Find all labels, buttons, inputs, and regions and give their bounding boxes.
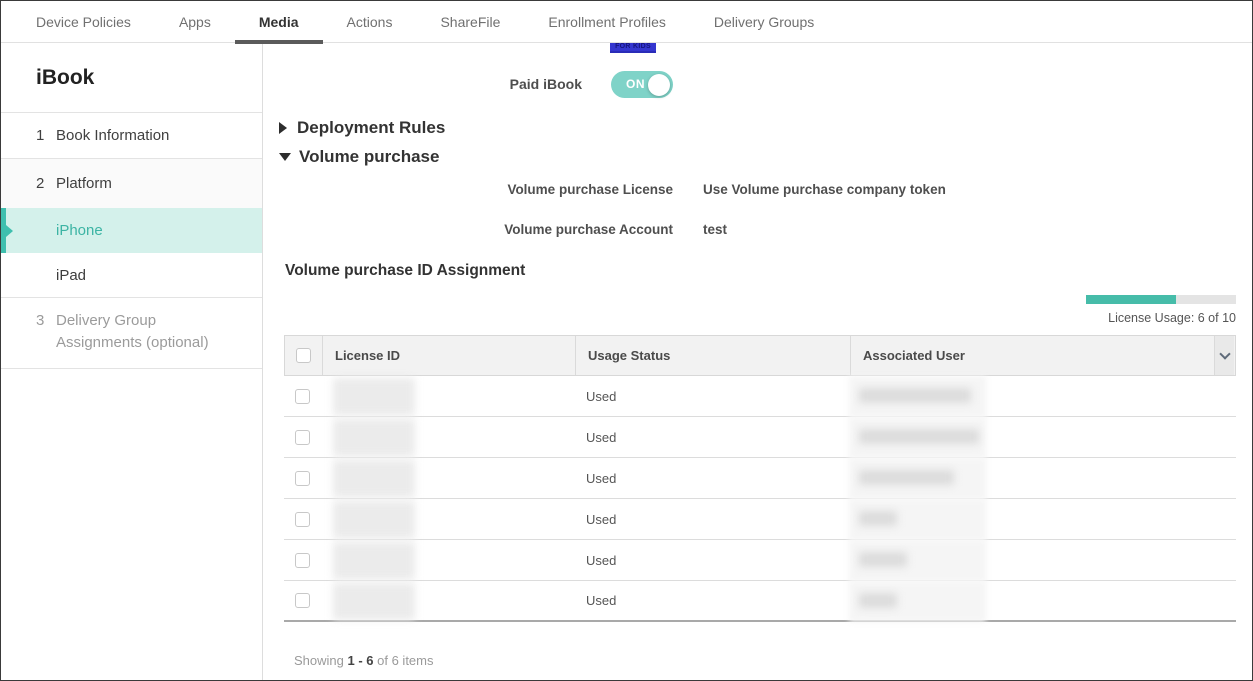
- table-row: Used: [284, 376, 1236, 417]
- tab-enrollment-profiles[interactable]: Enrollment Profiles: [548, 14, 666, 30]
- step-number: 2: [36, 175, 56, 192]
- platform-label: iPad: [56, 267, 86, 284]
- field-label: Volume purchase Account: [263, 222, 673, 237]
- tab-media-label: Media: [259, 14, 299, 30]
- step-label: Delivery Group Assignments (optional): [56, 310, 242, 354]
- license-id-cell-redacted: [321, 581, 574, 620]
- step-number: 3: [36, 310, 56, 354]
- row-checkbox[interactable]: [295, 389, 310, 404]
- volume-purchase-section-header[interactable]: Volume purchase: [279, 147, 439, 167]
- associated-user-cell-redacted: [849, 499, 1213, 539]
- main-content: FOR KIDS Paid iBook ON Deployment Rules …: [263, 43, 1253, 681]
- platform-label: iPhone: [56, 222, 103, 239]
- associated-user-cell-redacted: [849, 540, 1213, 580]
- volume-purchase-license-field: Volume purchase License Use Volume purch…: [263, 182, 1253, 202]
- row-checkbox[interactable]: [295, 512, 310, 527]
- step-label: Platform: [56, 175, 112, 192]
- step-label: Book Information: [56, 127, 169, 144]
- select-all-cell: [285, 336, 322, 375]
- table-row: Used: [284, 581, 1236, 622]
- license-id-cell-redacted: [321, 458, 574, 498]
- license-id-cell-redacted: [321, 540, 574, 580]
- column-header-associated-user[interactable]: Associated User: [850, 336, 1214, 375]
- table-row: Used: [284, 417, 1236, 458]
- column-header-usage-status[interactable]: Usage Status: [575, 336, 850, 375]
- table-row: Used: [284, 458, 1236, 499]
- associated-user-cell-redacted: [849, 376, 1213, 416]
- section-label: Volume purchase: [299, 147, 439, 167]
- tab-sharefile[interactable]: ShareFile: [440, 14, 500, 30]
- license-table: License ID Usage Status Associated User …: [284, 335, 1236, 622]
- license-id-cell-redacted: [321, 499, 574, 539]
- paid-ibook-label: Paid iBook: [263, 76, 582, 92]
- pagination-range: 1 - 6: [348, 653, 374, 668]
- column-header-license-id[interactable]: License ID: [322, 336, 575, 375]
- field-value: test: [703, 222, 727, 237]
- row-checkbox[interactable]: [295, 553, 310, 568]
- license-id-cell-redacted: [321, 376, 574, 416]
- usage-status-cell: Used: [574, 581, 849, 620]
- associated-user-cell-redacted: [849, 581, 1213, 620]
- tab-delivery-groups[interactable]: Delivery Groups: [714, 14, 814, 30]
- usage-status-cell: Used: [574, 417, 849, 457]
- sidebar-item-delivery-group-assignments[interactable]: 3 Delivery Group Assignments (optional): [1, 298, 262, 369]
- sidebar-item-iphone[interactable]: iPhone: [1, 208, 262, 253]
- toggle-on-label: ON: [626, 77, 645, 91]
- table-row: Used: [284, 499, 1236, 540]
- license-usage-fill: [1086, 295, 1176, 304]
- row-checkbox[interactable]: [295, 593, 310, 608]
- associated-user-cell-redacted: [849, 417, 1213, 457]
- step-number: 1: [36, 127, 56, 144]
- expanded-arrow-icon: [279, 153, 291, 161]
- row-checkbox[interactable]: [295, 471, 310, 486]
- table-row: Used: [284, 540, 1236, 581]
- sidebar-item-platform[interactable]: 2 Platform: [1, 159, 262, 208]
- usage-status-cell: Used: [574, 458, 849, 498]
- app-window: Device Policies Apps Media Actions Share…: [0, 0, 1253, 681]
- sidebar-item-ipad[interactable]: iPad: [1, 253, 262, 298]
- usage-status-cell: Used: [574, 376, 849, 416]
- sidebar: iBook 1 Book Information 2 Platform iPho…: [1, 43, 263, 681]
- tab-media[interactable]: Media: [259, 14, 299, 30]
- usage-status-cell: Used: [574, 540, 849, 580]
- selected-marker-icon: [1, 208, 6, 253]
- tab-device-policies[interactable]: Device Policies: [36, 14, 131, 30]
- sidebar-item-book-information[interactable]: 1 Book Information: [1, 113, 262, 159]
- table-header-row: License ID Usage Status Associated User: [284, 335, 1236, 376]
- active-tab-underline: [235, 40, 323, 44]
- paid-ibook-row: Paid iBook ON: [263, 71, 1253, 99]
- table-body: Used Used Used: [284, 376, 1236, 622]
- tab-actions[interactable]: Actions: [347, 14, 393, 30]
- field-value: Use Volume purchase company token: [703, 182, 946, 197]
- table-pagination-status: Showing 1 - 6 of 6 items: [294, 653, 434, 668]
- license-usage-text: License Usage: 6 of 10: [1108, 311, 1236, 325]
- license-id-cell-redacted: [321, 417, 574, 457]
- usage-status-cell: Used: [574, 499, 849, 539]
- license-usage-progressbar: [1086, 295, 1236, 304]
- volume-purchase-id-assignment-title: Volume purchase ID Assignment: [285, 262, 525, 280]
- collapsed-arrow-icon: [279, 122, 287, 134]
- top-nav: Device Policies Apps Media Actions Share…: [1, 1, 1252, 43]
- chevron-down-icon: [1219, 348, 1230, 359]
- associated-user-cell-redacted: [849, 458, 1213, 498]
- paid-ibook-toggle[interactable]: ON: [611, 71, 673, 98]
- volume-purchase-account-field: Volume purchase Account test: [263, 222, 1253, 242]
- select-all-checkbox[interactable]: [296, 348, 311, 363]
- row-checkbox[interactable]: [295, 430, 310, 445]
- page-title: iBook: [1, 43, 262, 113]
- toggle-knob: [648, 74, 670, 96]
- tab-apps[interactable]: Apps: [179, 14, 211, 30]
- deployment-rules-section-header[interactable]: Deployment Rules: [279, 118, 445, 138]
- field-label: Volume purchase License: [263, 182, 673, 197]
- column-options-button[interactable]: [1214, 336, 1234, 375]
- section-label: Deployment Rules: [297, 118, 445, 138]
